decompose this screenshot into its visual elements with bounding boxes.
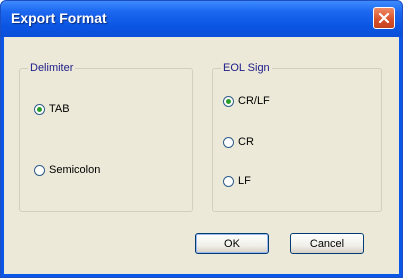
radio-crlf-label: CR/LF (238, 95, 270, 107)
radio-crlf[interactable]: CR/LF (223, 95, 270, 107)
radio-semicolon[interactable]: Semicolon (34, 164, 100, 176)
radio-selected-dot (37, 106, 42, 112)
radio-semicolon-label: Semicolon (49, 164, 101, 176)
radio-cr-label: CR (238, 136, 254, 148)
radio-button-semicolon[interactable] (34, 164, 45, 176)
radio-tab[interactable]: TAB (34, 103, 70, 115)
radio-cr[interactable]: CR (223, 136, 254, 148)
export-format-dialog: Export Format Delimiter TAB Semicolon EO… (0, 0, 403, 278)
radio-tab-label: TAB (49, 103, 70, 115)
dialog-title: Export Format (11, 10, 107, 26)
dialog-body: Delimiter TAB Semicolon EOL Sign CR/LF C… (4, 37, 399, 274)
eol-sign-group-label: EOL Sign (223, 62, 270, 74)
radio-button-tab[interactable] (34, 103, 45, 115)
radio-lf[interactable]: LF (223, 175, 251, 187)
ok-button[interactable]: OK (195, 233, 269, 254)
delimiter-group: Delimiter (19, 62, 193, 212)
radio-selected-dot (226, 98, 231, 104)
delimiter-group-label: Delimiter (30, 62, 74, 74)
close-button[interactable] (373, 7, 395, 29)
close-icon (378, 12, 390, 24)
radio-button-cr[interactable] (223, 136, 234, 148)
title-bar[interactable]: Export Format (1, 1, 402, 37)
cancel-button[interactable]: Cancel (290, 233, 364, 254)
radio-button-crlf[interactable] (223, 95, 234, 107)
radio-button-lf[interactable] (223, 175, 234, 187)
radio-lf-label: LF (238, 175, 251, 187)
